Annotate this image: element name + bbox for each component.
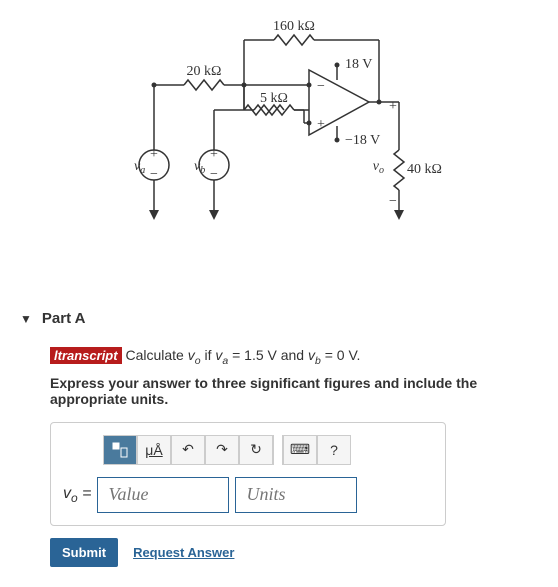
vo-label: vo (373, 159, 384, 176)
keyboard-button[interactable]: ⌨ (283, 435, 317, 465)
va-label: va (134, 159, 145, 176)
help-button[interactable]: ? (317, 435, 351, 465)
units-input[interactable] (235, 477, 357, 513)
redo-button[interactable]: ↷ (205, 435, 239, 465)
svg-text:+: + (317, 117, 325, 132)
r3-label: 5 kΩ (260, 91, 288, 106)
circuit-diagram: .wire { stroke: #333; stroke-width: 1.5;… (10, 10, 548, 270)
templates-button[interactable] (103, 435, 137, 465)
part-label: Part A (42, 310, 86, 327)
part-header[interactable]: ▼ Part A (10, 310, 548, 327)
undo-button[interactable]: ↶ (171, 435, 205, 465)
submit-button[interactable]: Submit (50, 538, 118, 567)
answer-box: μÅ ↶ ↷ ↻ ⌨ ? vo = (50, 422, 446, 526)
caret-down-icon: ▼ (20, 312, 32, 326)
r1-label: 160 kΩ (273, 19, 315, 34)
svg-text:−: − (317, 79, 325, 94)
svg-text:+: + (389, 99, 397, 114)
toolbar: μÅ ↶ ↷ ↻ ⌨ ? (103, 435, 433, 465)
r2-label: 20 kΩ (187, 64, 222, 79)
r4-label: 40 kΩ (407, 162, 442, 177)
svg-text:−: − (210, 167, 218, 182)
request-answer-link[interactable]: Request Answer (133, 545, 234, 560)
svg-text:+: + (150, 147, 158, 162)
transcript-tag: ltranscript (50, 347, 122, 364)
vo-equals-label: vo = (63, 485, 91, 505)
instruction-text: Express your answer to three significant… (50, 375, 548, 407)
vb-label: vb (194, 159, 205, 176)
svg-text:+: + (210, 147, 218, 162)
value-input[interactable] (97, 477, 229, 513)
question-prompt: ltranscript Calculate vo if va = 1.5 V a… (50, 347, 548, 367)
vpos-label: 18 V (345, 57, 372, 72)
reset-button[interactable]: ↻ (239, 435, 273, 465)
special-chars-button[interactable]: μÅ (137, 435, 171, 465)
vneg-label: −18 V (345, 133, 380, 148)
svg-text:−: − (389, 194, 397, 209)
svg-text:−: − (150, 167, 158, 182)
